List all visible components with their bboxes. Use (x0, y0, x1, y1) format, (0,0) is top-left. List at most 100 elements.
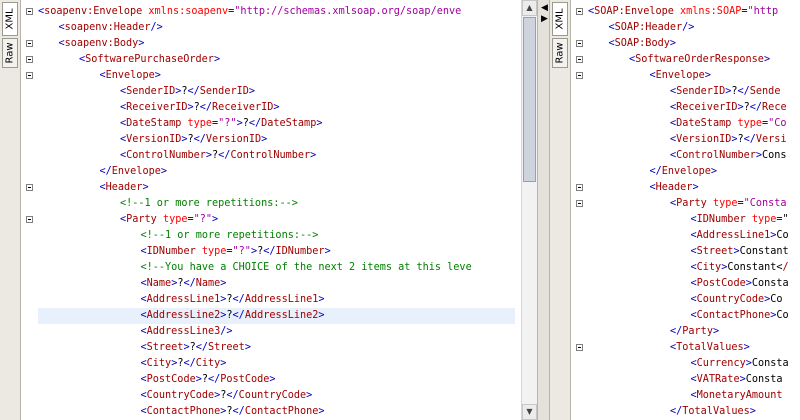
xml-token: Envelope (655, 70, 705, 81)
xml-token: ReceiverID (212, 102, 274, 113)
xml-token: AddressLine1 (244, 294, 319, 305)
response-tab-xml-label: XML (554, 8, 566, 30)
collapse-icon[interactable] (26, 216, 33, 223)
xml-token: SOAP:Envelope (594, 6, 674, 17)
xml-token: Constant< (727, 262, 783, 273)
xml-token: > (318, 294, 325, 305)
xml-token: VersionID (126, 134, 182, 145)
xml-token: City (696, 262, 722, 273)
xml-token: Party (676, 198, 707, 209)
xml-token: Street (696, 246, 734, 257)
xml-token: </ (670, 406, 683, 417)
collapse-icon[interactable] (26, 8, 33, 15)
xml-token: </ (226, 390, 239, 401)
xml-token: > (220, 358, 227, 369)
xml-token: SOAP:Header (614, 22, 683, 33)
xml-token: > (138, 38, 145, 49)
pane-splitter[interactable]: ◀ ▶ (537, 0, 550, 420)
xml-token: Co (776, 310, 789, 321)
xml-token: City (146, 358, 172, 369)
xml-token: > (743, 342, 750, 353)
xml-token: =" (776, 214, 789, 225)
xml-token: soapenv:Body (64, 38, 139, 49)
collapse-icon[interactable] (576, 8, 583, 15)
xml-token: </ (743, 134, 756, 145)
xml-token: > (261, 134, 268, 145)
xml-token: <!--You have a CHOICE of the next 2 item… (140, 262, 472, 273)
xml-token: SenderID (126, 86, 176, 97)
response-tab-raw-label: Raw (554, 42, 566, 64)
xml-token: ContactPhone (146, 406, 221, 417)
xml-token: "http (747, 6, 779, 17)
arrow-left-icon[interactable]: ◀ (539, 3, 550, 13)
xml-token: Name (146, 278, 172, 289)
xml-token: Envelope (661, 166, 711, 177)
xml-token: </ (199, 102, 213, 113)
xml-token: AddressLine1 (696, 230, 771, 241)
xml-token: </ (670, 326, 683, 337)
collapse-icon[interactable] (576, 40, 583, 47)
scroll-up-icon[interactable]: ▲ (522, 0, 537, 16)
collapse-icon[interactable] (576, 344, 583, 351)
tab-raw-label: Raw (4, 42, 16, 64)
xml-token: ControlNumber (126, 150, 206, 161)
xml-token: soapenv:Envelope (44, 6, 143, 17)
arrow-right-icon[interactable]: ▶ (539, 14, 550, 24)
xml-token: SenderID (199, 86, 249, 97)
vertical-scrollbar[interactable]: ▲ ▼ (521, 0, 537, 420)
xml-token: type (706, 198, 738, 209)
collapse-icon[interactable] (576, 200, 583, 207)
xml-token: </ (208, 374, 221, 385)
xml-token: CountryCode (238, 390, 307, 401)
xml-token: > (154, 70, 161, 81)
xml-token: Header (105, 182, 143, 193)
xml-token: </ (248, 118, 262, 129)
xml-token: /> (682, 22, 695, 33)
xml-token: Cons (762, 150, 787, 161)
xml-token: </ (183, 358, 196, 369)
xml-token: Consta (745, 374, 783, 385)
xml-token: Rece (762, 102, 787, 113)
collapse-icon[interactable] (576, 184, 583, 191)
xml-token: > (763, 54, 771, 65)
xml-token: "?" (193, 214, 213, 225)
xml-token: "?" (218, 118, 237, 129)
xml-token: > (220, 278, 227, 289)
collapse-icon[interactable] (26, 72, 33, 79)
view-tabs: XML Raw (0, 0, 21, 420)
xml-token: SenderID (676, 86, 726, 97)
xml-token: type (195, 246, 227, 257)
response-tab-raw[interactable]: Raw (552, 38, 568, 68)
xml-token: AddressLine3 (146, 326, 221, 337)
xml-token: ReceiverID (126, 102, 188, 113)
xml-token: > (318, 406, 325, 417)
collapse-icon[interactable] (576, 56, 583, 63)
xml-token: /> (150, 22, 163, 33)
xml-token: /> (220, 326, 233, 337)
collapse-icon[interactable] (26, 40, 33, 47)
xml-token: > (160, 166, 167, 177)
collapse-icon[interactable] (26, 56, 33, 63)
xml-token: <!--1 or more repetitions:--> (120, 198, 298, 209)
scrollbar-thumb[interactable] (523, 17, 536, 182)
xml-token: Co (776, 230, 789, 241)
xml-token: Street (208, 342, 245, 353)
xml-token: <!--1 or more repetitions:--> (140, 230, 319, 241)
scroll-down-icon[interactable]: ▼ (522, 404, 537, 420)
collapse-icon[interactable] (26, 184, 33, 191)
response-tab-xml[interactable]: XML (552, 2, 568, 36)
response-editor-pane: XML Raw <SOAP:Envelope xmlns:SOAP="http <… (550, 0, 800, 420)
xml-token: > (248, 86, 255, 97)
xml-token: Party (126, 214, 157, 225)
xml-token: PostCode (146, 374, 196, 385)
xml-token: "Consta (743, 198, 787, 209)
xml-token: SoftwarePurchaseOrder (85, 54, 214, 65)
tab-xml[interactable]: XML (2, 2, 18, 36)
xml-token: > (244, 342, 251, 353)
collapse-icon[interactable] (576, 72, 583, 79)
xml-token: CountryCode (146, 390, 215, 401)
xml-token: "http://schemas.xmlsoap.org/soap/enve (234, 6, 462, 17)
xml-token: > (316, 118, 323, 129)
xml-token: PostCode (696, 278, 746, 289)
tab-raw[interactable]: Raw (2, 38, 18, 68)
